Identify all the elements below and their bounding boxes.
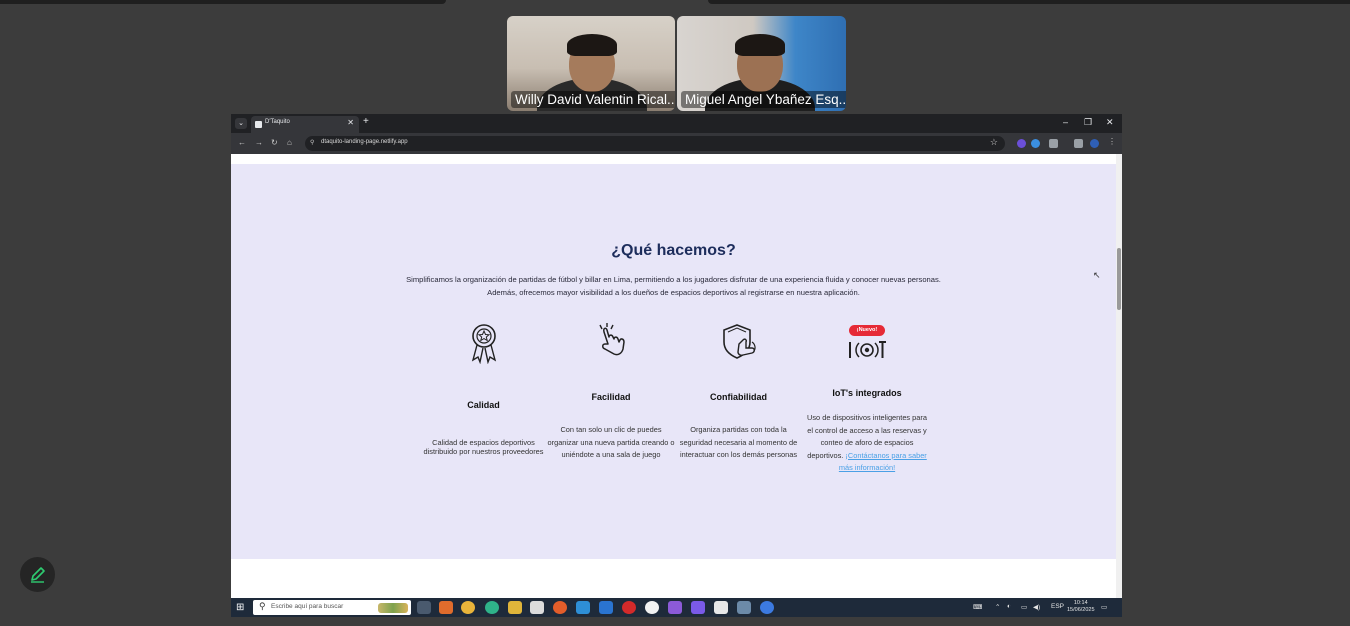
- finger-tap-icon: [599, 323, 625, 356]
- opera-icon[interactable]: [622, 601, 636, 614]
- chrome-menu-icon[interactable]: ⋮: [1108, 137, 1116, 146]
- new-tab-button[interactable]: +: [363, 116, 369, 127]
- feature-description: Uso de dispositivos inteligentes para el…: [805, 412, 929, 475]
- download-icon[interactable]: [1074, 139, 1083, 148]
- edit-floating-button[interactable]: [20, 557, 55, 592]
- github-icon[interactable]: [645, 601, 659, 614]
- feature-description: Calidad de espacios deportivos distribui…: [423, 438, 544, 456]
- vscode-icon[interactable]: [599, 601, 613, 614]
- participant-hair: [735, 34, 785, 56]
- participant-name: Willy David Valentin Rical...: [511, 91, 675, 108]
- battery-icon[interactable]: ▭: [1021, 603, 1027, 611]
- network-icon[interactable]: ◐: [1007, 603, 1011, 610]
- volume-icon[interactable]: ◀): [1033, 603, 1040, 611]
- feature-calidad: Calidad Calidad de espacios deportivos d…: [421, 322, 546, 482]
- taskbar-search-box[interactable]: ⚲ Escribe aquí para buscar: [253, 600, 411, 615]
- minimize-button[interactable]: –: [1063, 117, 1068, 127]
- feature-title: Calidad: [467, 400, 500, 410]
- taskbar-clock[interactable]: 10:14 15/06/2025: [1067, 600, 1095, 614]
- award-medal-icon: [471, 324, 496, 364]
- browser-tab[interactable]: D'Taquito ✕: [251, 116, 359, 133]
- mouse-cursor-icon: ↖: [1093, 270, 1101, 280]
- back-icon[interactable]: ←: [238, 138, 246, 147]
- scrollbar-thumb[interactable]: [1117, 248, 1121, 310]
- iot-icon: [849, 341, 886, 358]
- pencil-icon: [31, 567, 45, 583]
- meet-icon[interactable]: [760, 601, 774, 614]
- feature-confiabilidad: Confiabilidad Organiza partidas con toda…: [675, 322, 802, 482]
- notifications-icon[interactable]: ▭: [1101, 603, 1107, 611]
- shared-browser-window: ⌄ D'Taquito ✕ + – ❐ ✕ ← → ↻ ⌂ ⚲ dtaquito…: [231, 114, 1122, 617]
- firefox-icon[interactable]: [553, 601, 567, 614]
- search-highlight-image: [378, 603, 408, 613]
- browser-tab-strip: ⌄ D'Taquito ✕ + – ❐ ✕: [231, 114, 1122, 133]
- site-info-icon[interactable]: ⚲: [310, 139, 314, 146]
- home-icon[interactable]: ⌂: [287, 138, 292, 147]
- bookmark-star-icon[interactable]: ☆: [990, 137, 998, 148]
- feature-title: Confiabilidad: [710, 392, 767, 402]
- store-icon[interactable]: [530, 601, 544, 614]
- app-icon[interactable]: [668, 601, 682, 614]
- clock-time: 10:14: [1073, 600, 1088, 606]
- task-view-icon[interactable]: [417, 601, 431, 614]
- language-indicator[interactable]: ESP: [1051, 603, 1064, 610]
- edge-icon[interactable]: [485, 601, 499, 614]
- forward-icon[interactable]: →: [255, 138, 263, 147]
- participant-hair: [567, 34, 617, 56]
- app-icon[interactable]: [576, 601, 590, 614]
- feature-title: Facilidad: [591, 392, 631, 402]
- feature-description: Organiza partidas con toda la seguridad …: [679, 425, 798, 459]
- close-window-button[interactable]: ✕: [1106, 117, 1114, 128]
- tab-search-icon[interactable]: ⌄: [235, 118, 247, 129]
- app-icon[interactable]: [737, 601, 751, 614]
- section-heading: ¿Qué hacemos?: [611, 242, 736, 259]
- feature-facilidad: Facilidad Con tan solo un clic de puedes…: [547, 322, 675, 482]
- taskbar-search-placeholder: Escribe aquí para buscar: [271, 603, 344, 610]
- feature-description: Con tan solo un clic de puedes organizar…: [547, 425, 675, 459]
- shield-hand-icon: [722, 324, 756, 359]
- tab-close-icon[interactable]: ✕: [347, 118, 354, 127]
- contact-link[interactable]: ¡Contáctanos para saber más información!: [839, 451, 927, 473]
- profile-avatar[interactable]: [1090, 139, 1099, 148]
- extensions-puzzle-icon[interactable]: [1049, 139, 1058, 148]
- participant-tile-2[interactable]: Miguel Angel Ybañez Esq...: [677, 16, 846, 111]
- chrome-icon[interactable]: [461, 601, 475, 614]
- windows-start-icon[interactable]: ⊞: [236, 602, 244, 613]
- participant-tile-1[interactable]: Willy David Valentin Rical...: [507, 16, 675, 111]
- clock-date: 15/06/2025: [1067, 607, 1095, 613]
- feature-iot: IoT's integrados Uso de dispositivos int…: [805, 322, 929, 502]
- meeting-top-bar-left: [0, 0, 446, 4]
- app-icon[interactable]: [691, 601, 705, 614]
- address-bar[interactable]: ⚲ dtaquito-landing-page.netlify.app ☆: [305, 136, 1005, 151]
- tab-title: D'Taquito: [265, 119, 290, 125]
- search-icon: ⚲: [259, 601, 266, 611]
- file-explorer-icon[interactable]: [508, 601, 522, 614]
- app-icon[interactable]: [439, 601, 453, 614]
- browser-toolbar: ← → ↻ ⌂ ⚲ dtaquito-landing-page.netlify.…: [231, 133, 1122, 154]
- app-icon[interactable]: [714, 601, 728, 614]
- tray-chevron-icon[interactable]: ⌃: [995, 603, 1000, 611]
- what-we-do-section: ¿Qué hacemos? Simplificamos la organizac…: [231, 164, 1116, 559]
- feature-title: IoT's integrados: [832, 388, 902, 398]
- page-viewport: ¿Qué hacemos? Simplificamos la organizac…: [231, 154, 1116, 598]
- section-intro: Simplificamos la organización de partida…: [406, 275, 941, 297]
- restore-button[interactable]: ❐: [1084, 117, 1092, 128]
- reload-icon[interactable]: ↻: [271, 138, 278, 147]
- extension-icon[interactable]: [1031, 139, 1040, 148]
- windows-taskbar: ⊞ ⚲ Escribe aquí para buscar ⌨ ⌃ ◐ ▭ ◀) …: [231, 598, 1122, 617]
- participant-name: Miguel Angel Ybañez Esq...: [681, 91, 846, 108]
- page-scrollbar[interactable]: [1116, 154, 1122, 598]
- keyboard-icon[interactable]: ⌨: [973, 603, 982, 611]
- address-url: dtaquito-landing-page.netlify.app: [321, 139, 408, 145]
- extension-icon[interactable]: [1017, 139, 1026, 148]
- meeting-top-bar-right: [708, 0, 1350, 4]
- favicon-icon: [255, 121, 262, 128]
